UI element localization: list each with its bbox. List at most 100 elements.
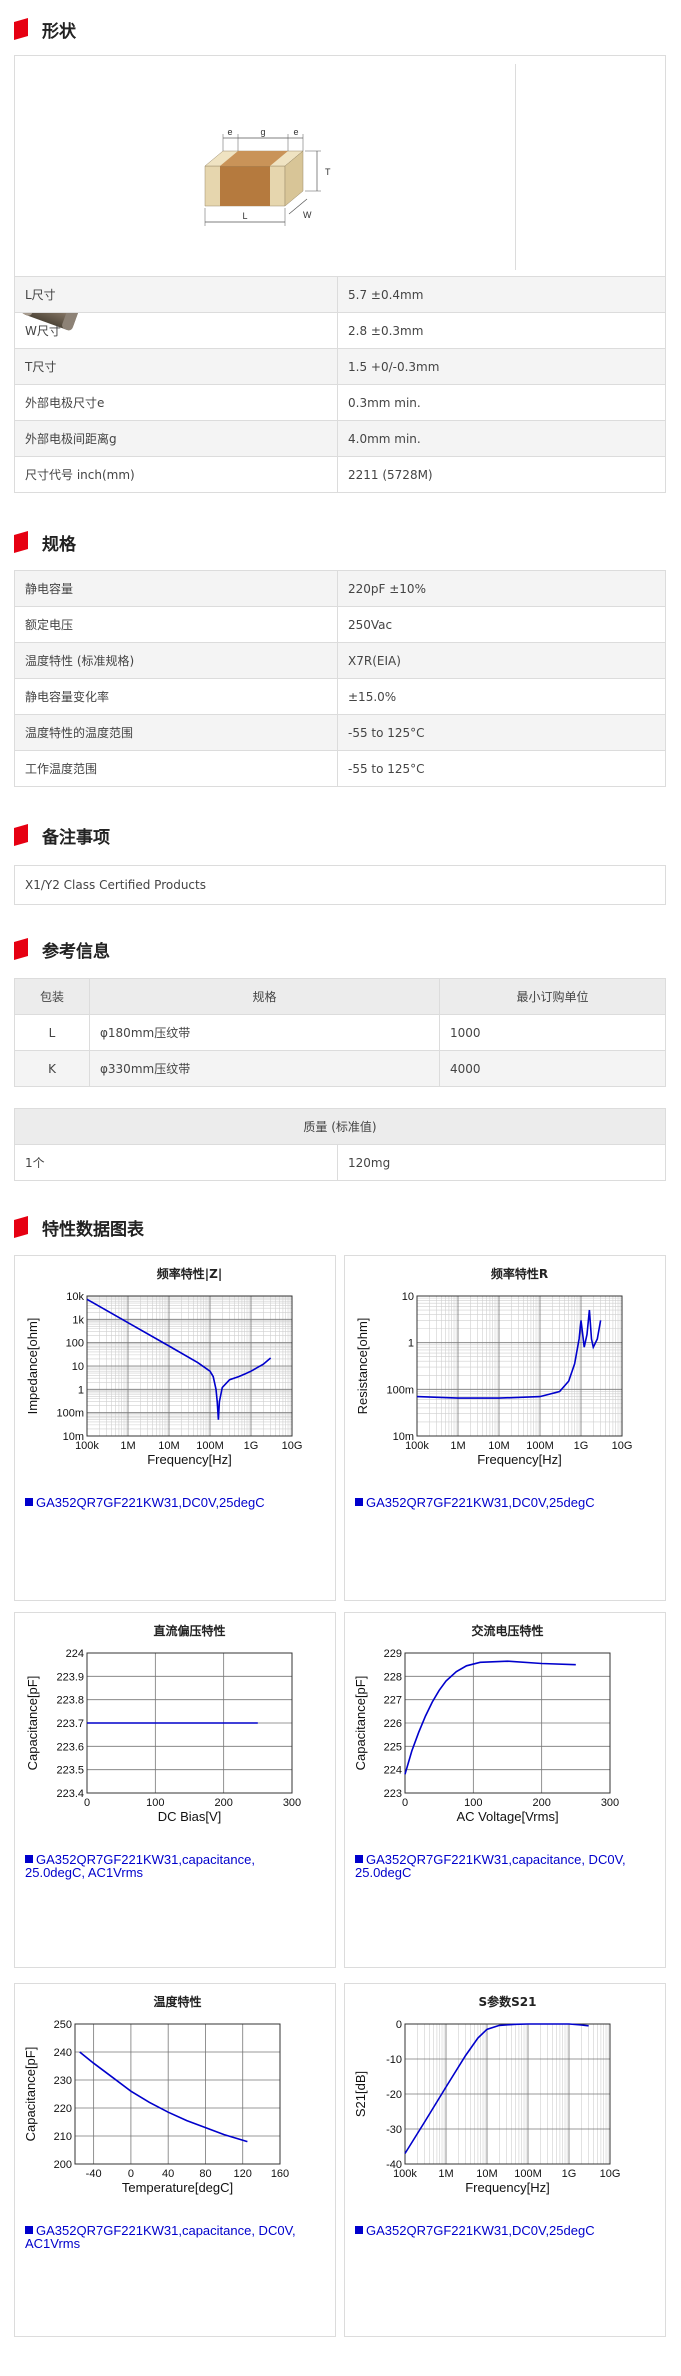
x-tick-label: 10M xyxy=(488,1440,509,1452)
x-tick-label: 0 xyxy=(128,2168,134,2180)
table-row: 工作温度范围 -55 to 125°C xyxy=(14,750,666,787)
chip-dimension-drawing: e g e T W L xyxy=(204,127,331,226)
y-tick-label: 223.5 xyxy=(56,1765,84,1777)
section-marker-icon xyxy=(14,1216,28,1238)
section-title: 特性数据图表 xyxy=(42,1219,144,1240)
product-detail-page: 形状 e g e T W L L尺寸 5.7 ±0.4mm W尺寸 2.8 ±0… xyxy=(0,0,681,2376)
y-tick-label: 1 xyxy=(78,1384,84,1396)
x-tick-label: 10M xyxy=(476,2168,497,2180)
y-tick-label: 223.6 xyxy=(56,1741,84,1753)
y-tick-label: 200 xyxy=(54,2159,72,2171)
y-tick-label: 100 xyxy=(66,1338,84,1350)
x-tick-label: 10G xyxy=(612,1440,633,1452)
y-tick-label: 220 xyxy=(54,2103,72,2115)
dim-label-e: e xyxy=(293,127,298,137)
y-tick-label: 225 xyxy=(384,1741,402,1753)
chart-temperature: 温度特性 -40 0 40 80 120 160 200 210 220 230 240 250 Temp… xyxy=(14,1983,336,2337)
y-tick-label: 228 xyxy=(384,1671,402,1683)
x-tick-label: 0 xyxy=(84,1797,90,1809)
x-tick-label: 10M xyxy=(158,1440,179,1452)
x-tick-label: 120 xyxy=(234,2168,252,2180)
chart-plot: 频率特性|Z|100k 1M 10M 100M 1G 10G10m100m1101001k… xyxy=(25,1266,302,1467)
x-axis-label: Frequency[Hz] xyxy=(147,1452,232,1467)
table-header-row: 包装 规格 最小订购单位 xyxy=(14,978,666,1015)
section-marker-icon xyxy=(14,938,28,960)
x-tick-label: 1M xyxy=(120,1440,135,1452)
x-tick-label: 10G xyxy=(600,2168,621,2180)
y-tick-label: 227 xyxy=(384,1695,402,1707)
chart-legend: GA352QR7GF221KW31,DC0V,25degC xyxy=(355,1496,595,1509)
chart-plot: 温度特性 -40 0 40 80 120 160 200 210 220 230 240 250 Temp… xyxy=(23,1994,289,2195)
chart-plot: S参数S21100k 1M 10M 100M 1G 10G-40-30-20-100Fre… xyxy=(353,1994,621,2195)
chart-title: S参数S21 xyxy=(479,1994,537,2009)
mass-table: 质量 (标准值) 1个 120mg xyxy=(14,1108,666,1181)
x-axis-label: AC Voltage[Vrms] xyxy=(456,1809,558,1824)
y-axis-label: Capacitance[pF] xyxy=(23,2047,38,2142)
chart-title: 频率特性R xyxy=(491,1266,548,1281)
table-row: 尺寸代号 inch(mm) 2211 (5728M) xyxy=(14,456,666,493)
x-tick-label: -40 xyxy=(86,2168,102,2180)
table-row: 1个 120mg xyxy=(14,1144,666,1181)
x-tick-label: 1G xyxy=(562,2168,577,2180)
y-tick-label: 250 xyxy=(54,2019,72,2031)
y-tick-label: 10m xyxy=(393,1431,414,1443)
section-title: 形状 xyxy=(42,21,76,42)
table-row: W尺寸 2.8 ±0.3mm xyxy=(14,312,666,349)
series-line xyxy=(404,2023,589,2154)
chart-legend: GA352QR7GF221KW31,DC0V,25degC xyxy=(25,1496,265,1509)
section-notes-header: 备注事项 xyxy=(14,820,110,850)
section-marker-icon xyxy=(14,824,28,846)
chart-s21: S参数S21 100k 1M 10M 100M 1G 10G -40 -30 -20 -10 0 Fre… xyxy=(344,1983,666,2337)
table-row: 外部电极尺寸e 0.3mm min. xyxy=(14,384,666,421)
x-tick-label: 160 xyxy=(271,2168,289,2180)
y-tick-label: 1 xyxy=(408,1338,414,1350)
y-tick-label: 224 xyxy=(384,1765,402,1777)
section-title: 规格 xyxy=(42,534,76,555)
y-tick-label: 0 xyxy=(396,2019,402,2031)
y-axis-label: Capacitance[pF] xyxy=(353,1676,368,1771)
chart-legend: GA352QR7GF221KW31,capacitance, 25.0degC,… xyxy=(25,1852,255,1880)
x-tick-label: 40 xyxy=(162,2168,174,2180)
x-axis-label: Frequency[Hz] xyxy=(465,2180,550,2195)
y-tick-label: 223.9 xyxy=(56,1671,84,1683)
y-tick-label: 223 xyxy=(384,1788,402,1800)
y-tick-label: 230 xyxy=(54,2075,72,2087)
y-tick-label: 10 xyxy=(402,1291,414,1303)
shape-image-panel: e g e T W L xyxy=(14,55,666,331)
y-tick-label: 100m xyxy=(386,1384,414,1396)
y-axis-label: Resistance[ohm] xyxy=(355,1318,370,1415)
x-tick-label: 300 xyxy=(601,1797,619,1809)
spec-table: 静电容量 220pF ±10% 额定电压 250Vac 温度特性 (标准规格) X7R… xyxy=(14,570,666,787)
chart-resistance: 频率特性R 100k 1M 10M 100M 1G 10G 10m 100m 1 10 Frequen… xyxy=(344,1255,666,1601)
y-tick-label: 223.7 xyxy=(56,1718,84,1730)
table-row: 温度特性的温度范围 -55 to 125°C xyxy=(14,714,666,751)
section-marker-icon xyxy=(14,18,28,40)
plot-frame xyxy=(74,2023,281,2165)
x-tick-label: 1M xyxy=(450,1440,465,1452)
y-tick-label: 226 xyxy=(384,1718,402,1730)
series-line xyxy=(79,2051,248,2143)
y-tick-label: 10m xyxy=(63,1431,84,1443)
section-charts-header: 特性数据图表 xyxy=(14,1212,144,1242)
chart-legend: GA352QR7GF221KW31,DC0V,25degC xyxy=(355,2224,595,2237)
table-row: 静电容量 220pF ±10% xyxy=(14,570,666,607)
chart-plot: 直流偏压特性 0 100 200 300 223.4 223.5 223.6 223.7 223.… xyxy=(25,1623,301,1824)
table-row: 温度特性 (标准规格) X7R(EIA) xyxy=(14,642,666,679)
x-tick-label: 1G xyxy=(244,1440,259,1452)
section-marker-icon xyxy=(14,531,28,553)
x-tick-label: 100 xyxy=(146,1797,164,1809)
y-tick-label: 10 xyxy=(72,1361,84,1373)
chart-legend: GA352QR7GF221KW31,capacitance, DC0V, 25.… xyxy=(355,1852,626,1880)
chart-plot: 交流电压特性 0 100 200 300 223 224 225 226 227 228 229 AC … xyxy=(353,1623,619,1824)
dim-label-l: L xyxy=(242,211,247,221)
table-row: K φ330mm压纹带 4000 xyxy=(14,1050,666,1087)
y-tick-label: 1k xyxy=(72,1314,84,1326)
series-line xyxy=(416,1309,602,1399)
packaging-table: 包装 规格 最小订购单位 L φ180mm压纹带 1000 K φ330mm压纹… xyxy=(14,978,666,1087)
table-row: L φ180mm压纹带 1000 xyxy=(14,1014,666,1051)
series-line xyxy=(404,1660,576,1775)
x-tick-label: 200 xyxy=(214,1797,232,1809)
shape-dimension-table: L尺寸 5.7 ±0.4mm W尺寸 2.8 ±0.3mm T尺寸 1.5 +0/-0… xyxy=(14,276,666,493)
chart-impedance: 频率特性|Z| 100k 1M 10M 100M 1G 10G 10m 100m 1 10 100 1k… xyxy=(14,1255,336,1601)
table-row: 静电容量变化率 ±15.0% xyxy=(14,678,666,715)
